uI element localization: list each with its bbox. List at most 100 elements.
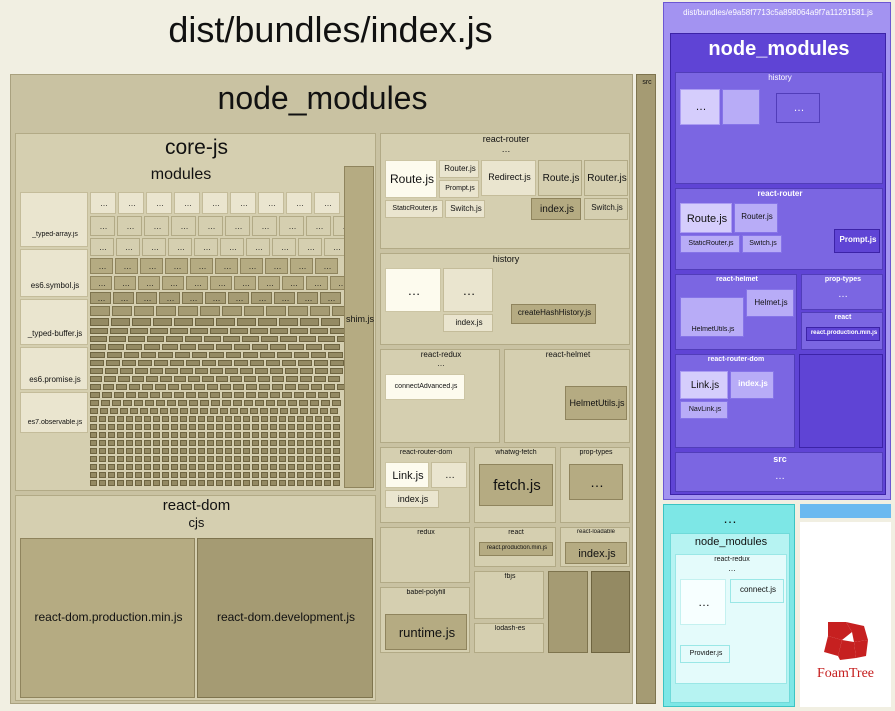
module-tiny[interactable] (297, 432, 304, 438)
module-tiny[interactable] (306, 344, 322, 350)
module-tiny[interactable] (132, 318, 151, 326)
module-tiny[interactable] (294, 352, 309, 358)
module-tiny[interactable] (261, 480, 268, 486)
module-tiny[interactable] (198, 480, 205, 486)
module-tiny[interactable] (333, 416, 340, 422)
module-tiny[interactable] (207, 440, 214, 446)
module-tiny[interactable] (126, 392, 136, 398)
module-tiny[interactable]: … (205, 292, 226, 304)
module-tiny[interactable]: … (220, 238, 244, 256)
filler[interactable] (591, 571, 630, 653)
switch-sm[interactable]: Switch.js (584, 198, 628, 220)
module-tiny[interactable] (170, 408, 178, 414)
module-tiny[interactable] (288, 440, 295, 446)
module-tiny[interactable] (297, 448, 304, 454)
module-tiny[interactable] (270, 480, 277, 486)
module-file[interactable]: es7.observable.js (20, 392, 88, 433)
module-tiny[interactable] (144, 344, 160, 350)
module-tiny[interactable] (90, 344, 106, 350)
module-tiny[interactable] (174, 318, 193, 326)
module-tiny[interactable]: … (174, 192, 200, 214)
module-tiny[interactable] (333, 456, 340, 462)
rr-index[interactable]: index.js (385, 490, 439, 508)
module-tiny[interactable] (130, 408, 138, 414)
module-tiny[interactable] (252, 416, 259, 422)
module-tiny[interactable] (90, 400, 99, 406)
module-tiny[interactable] (200, 400, 209, 406)
module-tiny[interactable] (230, 376, 242, 382)
module-tiny[interactable] (243, 416, 250, 422)
module-tiny[interactable] (189, 440, 196, 446)
module-tiny[interactable]: … (113, 292, 134, 304)
module-tiny[interactable] (160, 408, 168, 414)
module-tiny[interactable] (189, 432, 196, 438)
module-tiny[interactable] (141, 352, 156, 358)
module-tiny[interactable] (135, 416, 142, 422)
module-tiny[interactable] (90, 448, 97, 454)
module-tiny[interactable]: … (114, 276, 136, 290)
module-tiny[interactable] (333, 464, 340, 470)
module-tiny[interactable] (180, 440, 187, 446)
module-tiny[interactable]: … (118, 192, 144, 214)
module-tiny[interactable]: … (282, 276, 304, 290)
module-tiny[interactable] (180, 408, 188, 414)
module-tiny[interactable]: … (90, 192, 116, 214)
module-tiny[interactable] (225, 456, 232, 462)
module-tiny[interactable] (116, 384, 127, 390)
module-tiny[interactable] (216, 424, 223, 430)
filler[interactable] (548, 571, 588, 653)
module-tiny[interactable] (310, 306, 330, 316)
module-tiny[interactable] (279, 480, 286, 486)
module-tiny[interactable] (90, 318, 109, 326)
b2-react-router[interactable]: react-router Route.js Router.js StaticRo… (675, 188, 883, 270)
module-tiny[interactable] (243, 480, 250, 486)
module-tiny[interactable] (126, 432, 133, 438)
b2-h3[interactable]: … (776, 93, 820, 123)
module-tiny[interactable] (90, 464, 97, 470)
module-tiny[interactable] (162, 424, 169, 430)
module-tiny[interactable] (171, 464, 178, 470)
module-tiny[interactable] (252, 424, 259, 430)
module-tiny[interactable] (318, 392, 328, 398)
module-tiny[interactable] (216, 416, 223, 422)
module-tiny[interactable] (270, 456, 277, 462)
module-tiny[interactable] (288, 456, 295, 462)
module-tiny[interactable] (225, 480, 232, 486)
b2-prop-types[interactable]: prop-types … (801, 274, 883, 310)
module-tiny[interactable] (306, 480, 313, 486)
module-tiny[interactable] (171, 456, 178, 462)
module-tiny[interactable] (108, 472, 115, 478)
module-tiny[interactable] (144, 424, 151, 430)
b2-src[interactable]: src … (675, 452, 883, 492)
module-tiny[interactable] (186, 360, 200, 366)
module-tiny[interactable] (300, 376, 312, 382)
react-dom-dev[interactable]: react-dom.development.js (197, 538, 373, 698)
module-tiny[interactable] (277, 352, 292, 358)
module-tiny[interactable] (315, 464, 322, 470)
module-tiny[interactable] (108, 456, 115, 462)
module-tiny[interactable] (328, 376, 340, 382)
module-tiny[interactable] (102, 392, 112, 398)
module-tiny[interactable] (270, 368, 283, 374)
shim-js[interactable]: shim.js (344, 166, 374, 488)
module-tiny[interactable] (153, 480, 160, 486)
module-tiny[interactable] (138, 360, 152, 366)
module-tiny[interactable] (282, 360, 296, 366)
module-tiny[interactable] (288, 344, 304, 350)
module-tiny[interactable] (330, 392, 340, 398)
module-tiny[interactable] (234, 392, 244, 398)
module-tiny[interactable] (90, 306, 110, 316)
module-tiny[interactable] (250, 328, 268, 334)
module-tiny[interactable] (146, 376, 158, 382)
module-tiny[interactable] (90, 352, 105, 358)
module-tiny[interactable] (299, 336, 316, 342)
b2-react-helmet[interactable]: react-helmet HelmetUtils.js Helmet.js (675, 274, 797, 350)
module-tiny[interactable] (211, 400, 220, 406)
module-tiny[interactable] (324, 424, 331, 430)
module-tiny[interactable] (218, 360, 232, 366)
module-tiny[interactable] (200, 306, 220, 316)
react-loadable[interactable]: react-loadable index.js (560, 527, 630, 567)
module-tiny[interactable] (285, 368, 298, 374)
module-tiny[interactable]: … (90, 276, 112, 290)
module-tiny[interactable] (220, 384, 231, 390)
